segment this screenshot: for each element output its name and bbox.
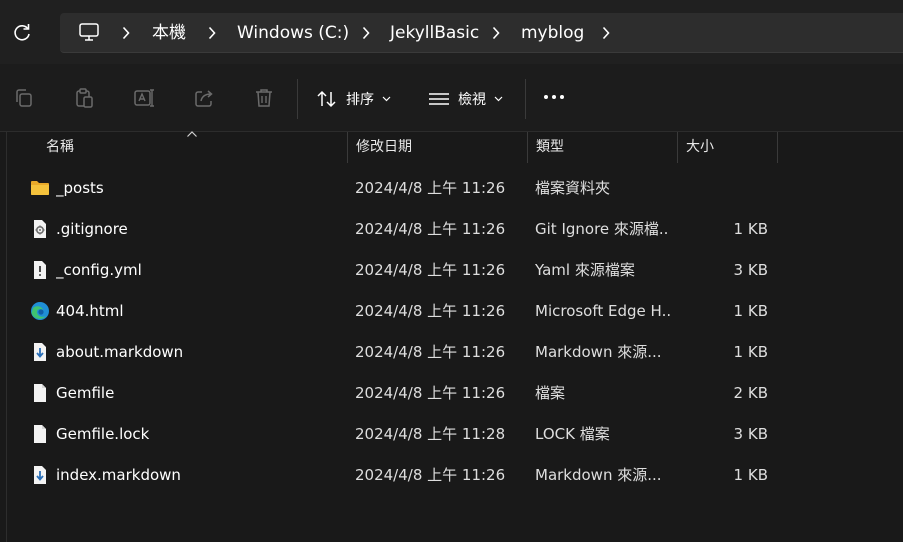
column-header-type[interactable]: 類型 (528, 132, 677, 163)
file-type: Git Ignore 來源檔... (535, 220, 670, 238)
chevron-right-icon[interactable] (492, 26, 500, 40)
file-type: Markdown 來源... (535, 343, 662, 361)
file-date: 2024/4/8 上午 11:26 (355, 302, 506, 320)
blank-file-icon (34, 425, 46, 443)
sort-label: 排序 (346, 92, 374, 108)
file-date: 2024/4/8 上午 11:26 (355, 384, 506, 402)
file-name: Gemfile (56, 384, 115, 402)
file-type: 檔案資料夾 (535, 179, 611, 197)
column-headers: 名稱 修改日期 類型 大小 (0, 131, 903, 163)
folder-icon (31, 181, 49, 195)
chevron-right-icon[interactable] (122, 26, 130, 40)
file-name: _config.yml (56, 261, 142, 279)
chevron-down-icon (494, 96, 503, 102)
column-header-name[interactable]: 名稱 (38, 132, 347, 163)
file-row[interactable]: Gemfile.lock 2024/4/8 上午 11:28 LOCK 檔案 3… (0, 414, 903, 455)
chevron-down-icon (382, 96, 391, 102)
address-area: 本機 Windows (C:) JekyllBasic myblog (0, 0, 903, 64)
file-size: 2 KB (733, 384, 768, 402)
file-row[interactable]: 404.html 2024/4/8 上午 11:26 Microsoft Edg… (0, 291, 903, 332)
file-row[interactable]: index.markdown 2024/4/8 上午 11:26 Markdow… (0, 455, 903, 496)
copy-icon[interactable] (13, 87, 35, 109)
file-name: index.markdown (56, 466, 181, 484)
chevron-right-icon[interactable] (602, 26, 610, 40)
chevron-right-icon[interactable] (362, 26, 370, 40)
markdown-file-icon (34, 343, 46, 361)
markdown-file-icon (34, 466, 46, 484)
breadcrumb-windows-c[interactable]: Windows (C:) (237, 22, 349, 44)
file-date: 2024/4/8 上午 11:26 (355, 466, 506, 484)
breadcrumb-this-pc[interactable]: 本機 (152, 22, 186, 44)
blank-file-icon (34, 384, 46, 402)
file-date: 2024/4/8 上午 11:26 (355, 179, 506, 197)
file-type: Microsoft Edge H... (535, 302, 670, 320)
paste-icon[interactable] (73, 87, 95, 109)
file-date: 2024/4/8 上午 11:26 (355, 261, 506, 279)
sort-button[interactable]: 排序 (316, 86, 391, 112)
file-name: 404.html (56, 302, 124, 320)
file-size: 3 KB (733, 425, 768, 443)
file-date: 2024/4/8 上午 11:26 (355, 220, 506, 238)
file-name: about.markdown (56, 343, 184, 361)
column-divider[interactable] (777, 132, 778, 163)
file-row[interactable]: _posts 2024/4/8 上午 11:26 檔案資料夾 (0, 168, 903, 209)
file-row[interactable]: about.markdown 2024/4/8 上午 11:26 Markdow… (0, 332, 903, 373)
more-icon[interactable] (544, 95, 564, 99)
file-size: 3 KB (733, 261, 768, 279)
file-name: .gitignore (56, 220, 128, 238)
breadcrumb-jekyllbasic[interactable]: JekyllBasic (390, 22, 479, 44)
edge-icon (31, 302, 49, 320)
file-type: Yaml 來源檔案 (535, 261, 635, 279)
address-bar[interactable]: 本機 Windows (C:) JekyllBasic myblog (60, 13, 903, 53)
file-type: LOCK 檔案 (535, 425, 610, 443)
file-size: 1 KB (733, 466, 768, 484)
view-label: 檢視 (458, 92, 486, 108)
file-date: 2024/4/8 上午 11:28 (355, 425, 506, 443)
file-row[interactable]: _config.yml 2024/4/8 上午 11:26 Yaml 來源檔案 … (0, 250, 903, 291)
file-row[interactable]: Gemfile 2024/4/8 上午 11:26 檔案 2 KB (0, 373, 903, 414)
delete-icon[interactable] (253, 87, 275, 109)
breadcrumb-myblog[interactable]: myblog (521, 22, 584, 44)
file-name: _posts (56, 179, 104, 197)
toolbar-divider (297, 79, 298, 119)
file-size: 1 KB (733, 343, 768, 361)
file-row[interactable]: .gitignore 2024/4/8 上午 11:26 Git Ignore … (0, 209, 903, 250)
view-button[interactable]: 檢視 (428, 86, 503, 112)
computer-icon[interactable] (78, 21, 100, 43)
chevron-right-icon[interactable] (208, 26, 216, 40)
toolbar-divider (525, 79, 526, 119)
file-size: 1 KB (733, 302, 768, 320)
file-date: 2024/4/8 上午 11:26 (355, 343, 506, 361)
refresh-icon[interactable] (10, 21, 34, 45)
file-type: 檔案 (535, 384, 566, 402)
warning-file-icon (34, 261, 46, 279)
view-icon (429, 93, 449, 105)
rename-icon[interactable] (133, 87, 155, 109)
sort-icon (317, 90, 336, 108)
file-type: Markdown 來源... (535, 466, 662, 484)
file-size: 1 KB (733, 220, 768, 238)
command-bar: 排序 檢視 (0, 64, 903, 132)
gear-file-icon (34, 220, 46, 238)
file-list: _posts 2024/4/8 上午 11:26 檔案資料夾 .gitignor… (0, 168, 903, 496)
share-icon[interactable] (193, 87, 215, 109)
column-header-size[interactable]: 大小 (678, 132, 777, 163)
file-name: Gemfile.lock (56, 425, 150, 443)
column-header-date[interactable]: 修改日期 (348, 132, 527, 163)
